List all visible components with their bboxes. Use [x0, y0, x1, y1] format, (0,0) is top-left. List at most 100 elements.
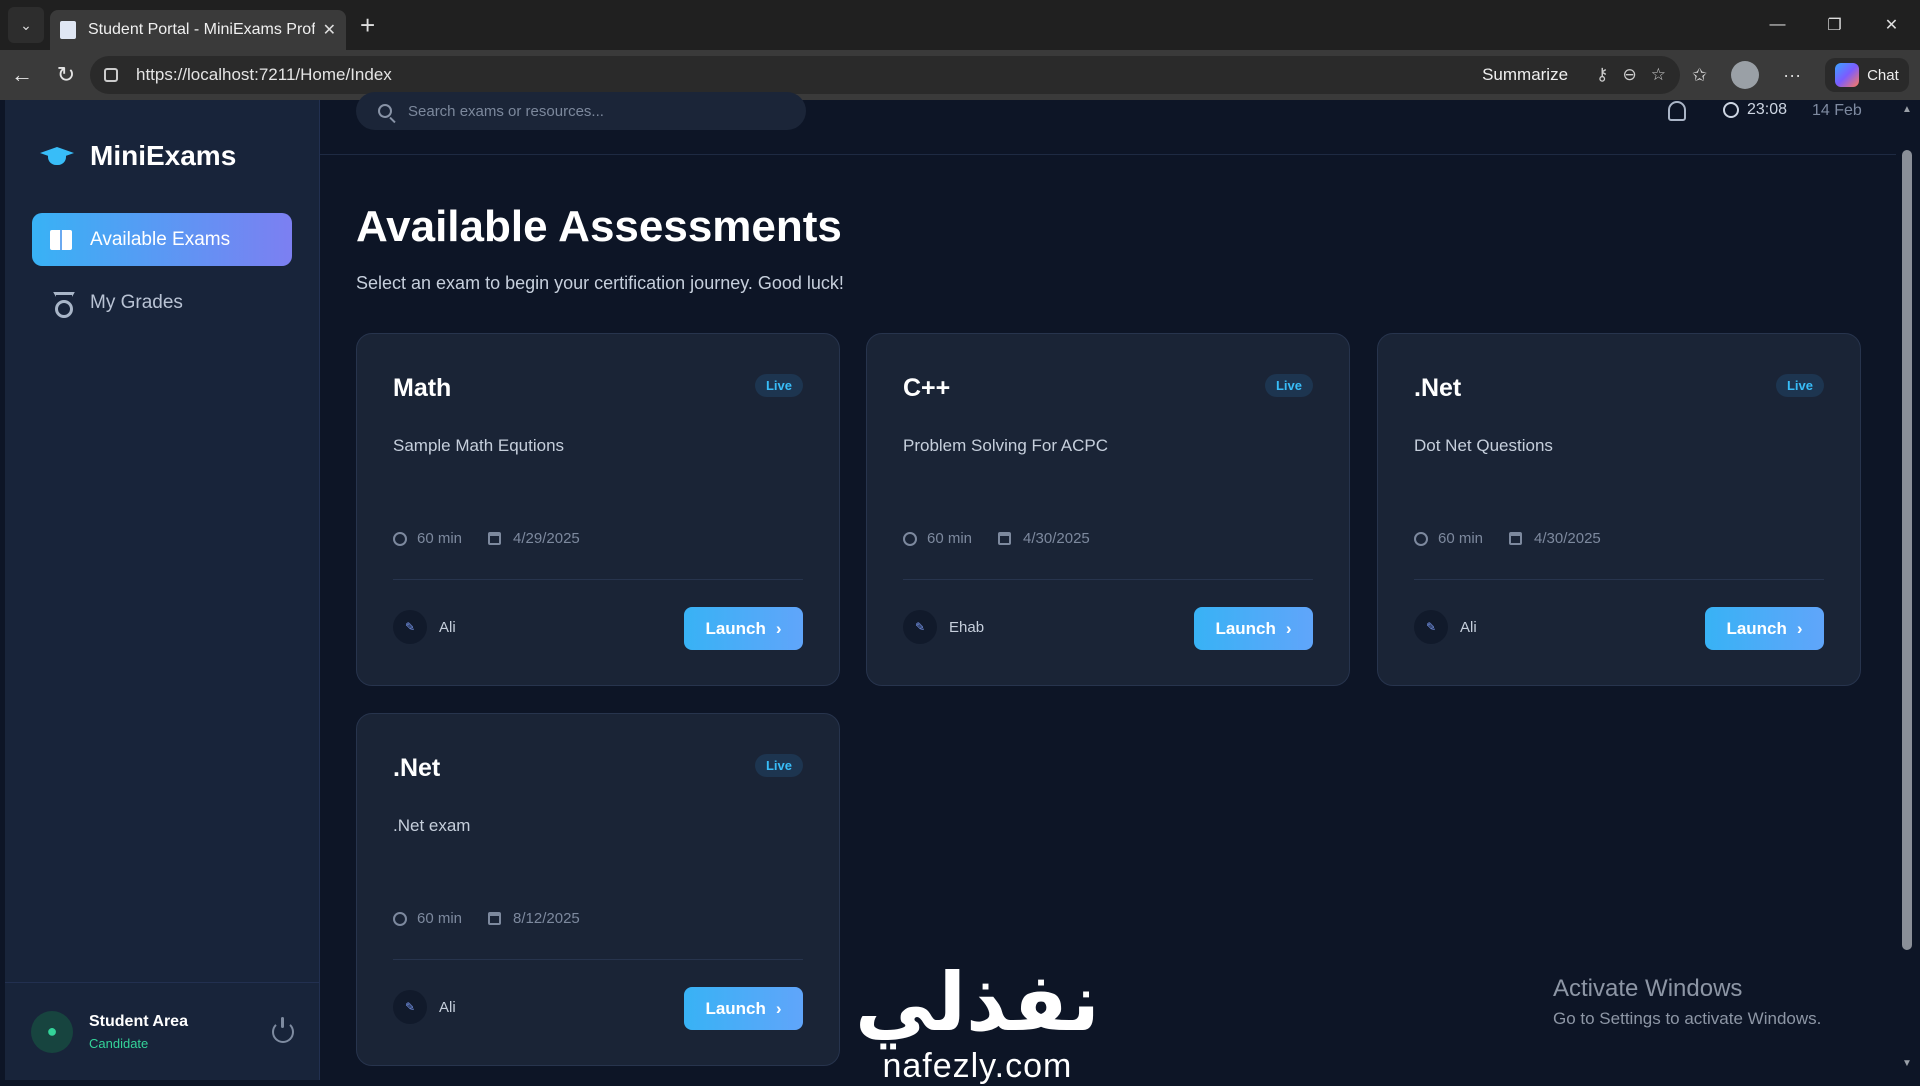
- restore-icon[interactable]: ❐: [1806, 0, 1863, 50]
- minimize-icon[interactable]: —: [1749, 0, 1806, 50]
- new-tab-icon[interactable]: +: [360, 10, 375, 41]
- exam-title: C++: [903, 374, 951, 402]
- launch-label: Launch: [705, 998, 766, 1018]
- author-avatar-icon: ✎: [1414, 610, 1448, 644]
- favorite-star-icon[interactable]: ☆: [1651, 65, 1666, 85]
- status-badge: Live: [754, 374, 803, 397]
- exam-title: .Net: [393, 754, 441, 782]
- brand[interactable]: MiniExams: [40, 140, 236, 172]
- author-avatar-icon: ✎: [393, 990, 427, 1024]
- clock-icon: [1723, 102, 1739, 118]
- chevron-right-icon: ›: [775, 998, 782, 1018]
- exam-duration: 60 min: [1438, 530, 1484, 547]
- user-name: Student Area: [89, 1012, 188, 1030]
- exam-date: 4/29/2025: [513, 530, 580, 547]
- clock-icon: [1414, 531, 1428, 546]
- launch-button[interactable]: Launch ›: [1705, 607, 1824, 650]
- exam-description: Problem Solving For ACPC: [903, 436, 1109, 455]
- nafezly-watermark: نفذلي nafezly.com: [855, 963, 1100, 1086]
- clock-icon: [393, 531, 407, 546]
- copilot-icon: [1835, 63, 1860, 87]
- zoom-icon[interactable]: ⊖: [1623, 65, 1637, 85]
- search-placeholder: Search exams or resources...: [408, 102, 604, 120]
- launch-button[interactable]: Launch ›: [1194, 607, 1313, 650]
- sidebar: MiniExams Available Exams My Grades ● St…: [5, 100, 320, 1080]
- scrollbar-thumb[interactable]: [1902, 150, 1912, 950]
- favorites-icon[interactable]: ✩: [1692, 65, 1707, 86]
- more-options-icon[interactable]: ···: [1783, 65, 1801, 86]
- watermark-arabic: نفذلي: [855, 956, 1100, 1049]
- refresh-icon[interactable]: ↻: [44, 55, 88, 95]
- activate-subtitle: Go to Settings to activate Windows.: [1553, 1009, 1822, 1028]
- back-icon[interactable]: ←: [0, 55, 44, 95]
- exam-meta: 60 min 4/30/2025: [1414, 530, 1601, 547]
- scroll-down-icon[interactable]: ▼: [1902, 1058, 1912, 1069]
- sidebar-item-available-exams[interactable]: Available Exams: [32, 213, 292, 266]
- card-divider: [903, 579, 1313, 580]
- page-favicon-icon: [60, 21, 76, 39]
- browser-toolbar: ← ↻ https://localhost:7211/Home/Index Su…: [0, 50, 1920, 100]
- close-tab-icon[interactable]: ✕: [323, 20, 336, 40]
- user-panel: ● Student Area Candidate: [5, 982, 320, 1080]
- user-avatar-icon: ●: [31, 1010, 73, 1053]
- sidebar-item-my-grades[interactable]: My Grades: [32, 276, 292, 329]
- close-window-icon[interactable]: ✕: [1863, 0, 1920, 50]
- exam-description: Dot Net Questions: [1414, 436, 1553, 455]
- status-badge: Live: [754, 754, 803, 777]
- author-name: Ali: [439, 618, 456, 636]
- page-scrollbar[interactable]: ▲ ▼: [1896, 100, 1920, 1080]
- summarize-button[interactable]: Summarize: [1482, 65, 1568, 85]
- author-name: Ali: [439, 998, 456, 1016]
- launch-button[interactable]: Launch ›: [684, 987, 803, 1030]
- calendar-icon: [488, 532, 502, 545]
- search-input[interactable]: Search exams or resources...: [356, 92, 806, 130]
- author-avatar-icon: ✎: [393, 610, 427, 644]
- brand-name: MiniExams: [90, 140, 237, 171]
- launch-button[interactable]: Launch ›: [684, 607, 803, 650]
- page-title: Available Assessments: [356, 202, 842, 251]
- chevron-right-icon: ›: [1285, 618, 1292, 638]
- logout-power-icon[interactable]: [272, 1016, 294, 1043]
- chevron-right-icon: ›: [775, 618, 782, 638]
- card-divider: [1414, 579, 1824, 580]
- author-avatar-icon: ✎: [903, 610, 937, 644]
- activate-windows-notice: Activate Windows Go to Settings to activ…: [1553, 975, 1821, 1029]
- clock: 23:08: [1723, 101, 1787, 119]
- graduation-cap-icon: [40, 145, 74, 167]
- card-divider: [393, 579, 803, 580]
- calendar-icon: [998, 532, 1012, 545]
- profile-avatar-icon[interactable]: [1731, 61, 1760, 89]
- tab-actions-menu-icon[interactable]: ⌄: [8, 7, 44, 43]
- browser-tab[interactable]: Student Portal - MiniExams Profess ✕: [50, 10, 346, 50]
- browser-extensions: ✩ ··· Chat: [1692, 58, 1909, 92]
- copilot-chat-button[interactable]: Chat: [1825, 58, 1909, 92]
- key-icon[interactable]: ⚷: [1596, 65, 1608, 85]
- exam-date: 4/30/2025: [1534, 530, 1601, 547]
- activate-title: Activate Windows: [1553, 975, 1743, 1002]
- address-bar[interactable]: https://localhost:7211/Home/Index Summar…: [90, 56, 1680, 94]
- bell-icon[interactable]: [1668, 101, 1686, 121]
- exam-card: Math Live Sample Math Equtions 60 min 4/…: [356, 333, 840, 686]
- watermark-url: nafezly.com: [882, 1047, 1073, 1085]
- launch-label: Launch: [1726, 618, 1787, 638]
- current-date: 14 Feb: [1812, 102, 1862, 119]
- exam-description: Sample Math Equtions: [393, 436, 565, 455]
- exam-author: ✎ Ehab: [903, 610, 984, 644]
- chat-label: Chat: [1867, 66, 1899, 84]
- tab-title: Student Portal - MiniExams Profess: [88, 21, 315, 38]
- sidebar-item-label: My Grades: [90, 291, 183, 313]
- calendar-icon: [488, 912, 502, 925]
- clock-icon: [903, 531, 917, 546]
- status-badge: Live: [1775, 374, 1824, 397]
- exam-card: C++ Live Problem Solving For ACPC 60 min…: [866, 333, 1350, 686]
- exam-duration: 60 min: [927, 530, 973, 547]
- exam-author: ✎ Ali: [393, 610, 456, 644]
- current-time: 23:08: [1747, 101, 1788, 118]
- exam-author: ✎ Ali: [393, 990, 456, 1024]
- url-text[interactable]: https://localhost:7211/Home/Index: [136, 65, 1482, 85]
- calendar-icon: [1509, 532, 1523, 545]
- search-icon: [378, 104, 392, 118]
- exam-card: .Net Live .Net exam 60 min 8/12/2025 ✎ A…: [356, 713, 840, 1066]
- scroll-up-icon[interactable]: ▲: [1902, 104, 1912, 115]
- browser-tab-bar: ⌄ Student Portal - MiniExams Profess ✕ +…: [0, 0, 1920, 50]
